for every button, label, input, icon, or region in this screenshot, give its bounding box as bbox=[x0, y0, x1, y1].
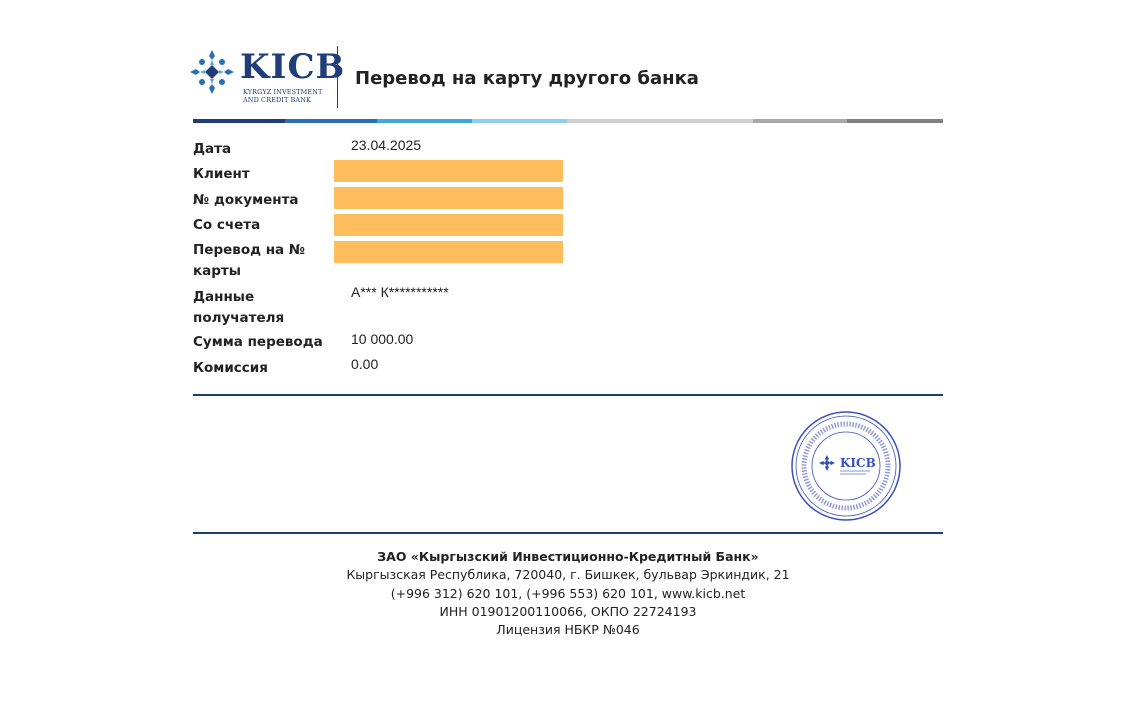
color-bar-segment bbox=[753, 119, 847, 123]
field-label-client: Клиент bbox=[193, 166, 250, 182]
color-bar-segment bbox=[567, 119, 753, 123]
header-divider bbox=[337, 46, 338, 108]
redacted-card-number bbox=[334, 241, 563, 263]
header-color-bar bbox=[193, 119, 943, 123]
document-title: Перевод на карту другого банка bbox=[355, 68, 699, 89]
redacted-client bbox=[334, 160, 563, 182]
color-bar-segment bbox=[285, 119, 377, 123]
color-bar-segment bbox=[472, 119, 567, 123]
field-label-recipient: Данные получателя bbox=[193, 289, 285, 326]
color-bar-segment bbox=[377, 119, 472, 123]
field-label-document-number: № документа bbox=[193, 192, 299, 208]
footer-address: Кыргызская Республика, 720040, г. Бишкек… bbox=[346, 567, 790, 583]
field-value-recipient: А*** К*********** bbox=[351, 284, 449, 300]
section-divider bbox=[193, 394, 943, 396]
footer-company: ЗАО «Кыргызский Инвестиционно-Кредитный … bbox=[377, 549, 759, 564]
stamp-wordmark: KICB bbox=[840, 456, 876, 470]
color-bar-segment bbox=[847, 119, 943, 123]
logo-subtitle-line-2: AND CREDIT BANK bbox=[243, 95, 311, 104]
footer-license: Лицензия НБКР №046 bbox=[496, 622, 640, 638]
document-header: KICB KYRGYZ INVESTMENT AND CREDIT BANK П… bbox=[188, 44, 948, 114]
snowflake-logo-icon bbox=[190, 50, 234, 94]
footer-contacts: (+996 312) 620 101, (+996 553) 620 101, … bbox=[390, 585, 746, 601]
field-label-date: Дата bbox=[193, 141, 232, 157]
redacted-document-number bbox=[334, 187, 563, 209]
field-label-from-account: Со счета bbox=[193, 217, 261, 233]
redacted-from-account bbox=[334, 214, 563, 236]
field-value-fee: 0.00 bbox=[351, 356, 379, 372]
footer-ids: ИНН 01901200110066, ОКПО 22724193 bbox=[439, 603, 697, 619]
field-label-amount: Сумма перевода bbox=[193, 334, 323, 350]
bank-stamp-icon: KICB bbox=[791, 411, 901, 521]
bank-logo-subtitle: KYRGYZ INVESTMENT AND CREDIT BANK bbox=[243, 88, 322, 104]
field-label-fee: Комиссия bbox=[193, 360, 268, 376]
field-value-amount: 10 000.00 bbox=[351, 331, 414, 347]
field-value-date: 23.04.2025 bbox=[351, 137, 422, 153]
bank-logo-wordmark: KICB bbox=[240, 47, 346, 87]
document-footer: ЗАО «Кыргызский Инвестиционно-Кредитный … bbox=[193, 548, 943, 639]
footer-divider bbox=[193, 532, 943, 534]
field-label-card-number: Перевод на № карты bbox=[193, 242, 306, 279]
color-bar-segment bbox=[193, 119, 285, 123]
